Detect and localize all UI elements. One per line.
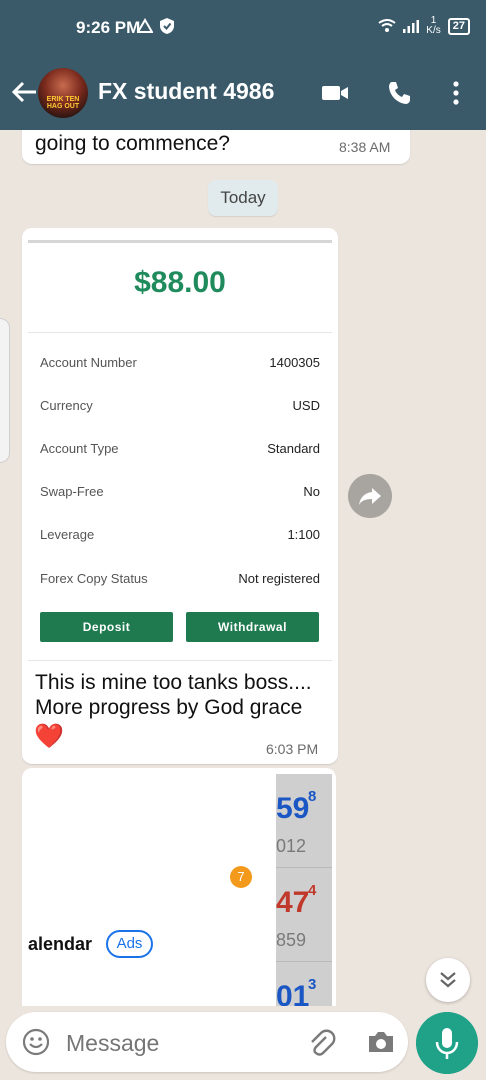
ad-price-sup: 4	[308, 882, 317, 899]
withdrawal-button: Withdrawal	[186, 612, 319, 642]
heart-emoji: ❤️	[34, 723, 64, 750]
more-options-icon[interactable]	[441, 78, 471, 108]
divider	[28, 660, 332, 661]
video-call-icon[interactable]	[320, 78, 350, 108]
message-input-bar[interactable]	[6, 1012, 408, 1072]
forward-icon[interactable]	[348, 474, 392, 518]
top-bar: 9:26 PM 1 K/s 27 ERIK TEN HAG OUT FX stu…	[0, 0, 486, 130]
row-label: Account Number	[40, 355, 137, 370]
row-value: Standard	[267, 441, 320, 456]
card-row-account-number: Account Number 1400305	[40, 355, 320, 375]
status-bar: 9:26 PM 1 K/s 27	[0, 0, 486, 56]
divider	[28, 332, 332, 333]
message-time: 6:03 PM	[266, 741, 319, 757]
ad-price-big: 59	[276, 792, 310, 825]
microphone-icon[interactable]	[416, 1012, 478, 1074]
row-label: Swap-Free	[40, 484, 104, 499]
account-card-image[interactable]: $88.00 Account Number 1400305 Currency U…	[28, 240, 332, 664]
row-label: Currency	[40, 398, 93, 413]
avatar-text: ERIK TEN HAG OUT	[46, 96, 80, 110]
ad-price-sup: 8	[308, 788, 317, 805]
battery-indicator: 27	[447, 17, 470, 35]
ad-price-cell: 59 8 012	[276, 774, 332, 868]
scroll-to-bottom-icon[interactable]	[426, 958, 470, 1002]
chat-header: ERIK TEN HAG OUT FX student 4986	[0, 56, 486, 130]
left-edge-panel	[0, 318, 10, 463]
message-input[interactable]	[66, 1030, 286, 1057]
ad-price-small: 859	[276, 930, 307, 950]
caption-line-2: More progress by God grace	[35, 696, 303, 719]
row-value: No	[303, 484, 320, 499]
message-time: 8:38 AM	[339, 139, 391, 155]
card-top-line	[28, 240, 332, 243]
ad-message-bubble[interactable]: 59 8 012 47 4 859 01 3 7 alendar Ads	[22, 768, 336, 1006]
row-label: Forex Copy Status	[40, 571, 148, 586]
net-speed-unit: K/s	[426, 25, 441, 36]
net-speed: 1 K/s	[426, 16, 440, 36]
card-row-forex-copy-status: Forex Copy Status Not registered	[40, 571, 320, 591]
caption-line-1: This is mine too tanks boss....	[35, 671, 312, 694]
row-label: Account Type	[40, 441, 119, 456]
ad-price-cell: 47 4 859	[276, 868, 332, 962]
ad-price-small: 012	[276, 836, 307, 856]
message-bubble-previous[interactable]: going to commence? 8:38 AM	[22, 130, 410, 164]
contact-avatar[interactable]: ERIK TEN HAG OUT	[38, 68, 88, 118]
back-arrow-icon[interactable]	[10, 78, 38, 106]
ad-price-strip: 59 8 012 47 4 859 01 3	[276, 774, 332, 1006]
card-row-currency: Currency USD	[40, 398, 320, 418]
row-value: USD	[292, 398, 320, 413]
chat-area[interactable]: going to commence? 8:38 AM Today $88.00 …	[0, 130, 486, 1006]
deposit-button: Deposit	[40, 612, 173, 642]
account-balance: $88.00	[134, 266, 226, 299]
attachment-icon[interactable]	[306, 1028, 336, 1058]
card-row-account-type: Account Type Standard	[40, 441, 320, 461]
wifi-icon	[378, 19, 396, 32]
ad-price-big: 47	[276, 886, 310, 919]
date-chip: Today	[208, 180, 278, 216]
card-row-swap-free: Swap-Free No	[40, 484, 320, 504]
ad-text[interactable]: alendar	[28, 934, 92, 955]
row-value: 1:100	[287, 527, 320, 542]
row-value: 1400305	[269, 355, 320, 370]
ad-price-big: 01	[276, 980, 310, 1006]
contact-name[interactable]: FX student 4986	[98, 78, 274, 105]
ad-badge: 7	[230, 866, 252, 888]
phone-call-icon[interactable]	[385, 78, 415, 108]
signal-icon	[403, 20, 420, 33]
status-right-icons: 1 K/s 27	[378, 16, 470, 36]
row-value: Not registered	[238, 571, 320, 586]
emoji-icon[interactable]	[22, 1028, 50, 1056]
ad-price-cell: 01 3	[276, 962, 332, 1006]
message-text: going to commence?	[35, 132, 230, 155]
status-time: 9:26 PM	[76, 18, 141, 37]
status-left-icons	[137, 17, 175, 35]
shield-check-icon	[160, 18, 174, 34]
ads-pill[interactable]: Ads	[106, 930, 153, 958]
row-label: Leverage	[40, 527, 95, 542]
warning-triangle-icon	[137, 18, 153, 33]
card-row-leverage: Leverage 1:100	[40, 527, 320, 547]
ad-price-sup: 3	[308, 976, 317, 993]
camera-icon[interactable]	[366, 1028, 396, 1056]
